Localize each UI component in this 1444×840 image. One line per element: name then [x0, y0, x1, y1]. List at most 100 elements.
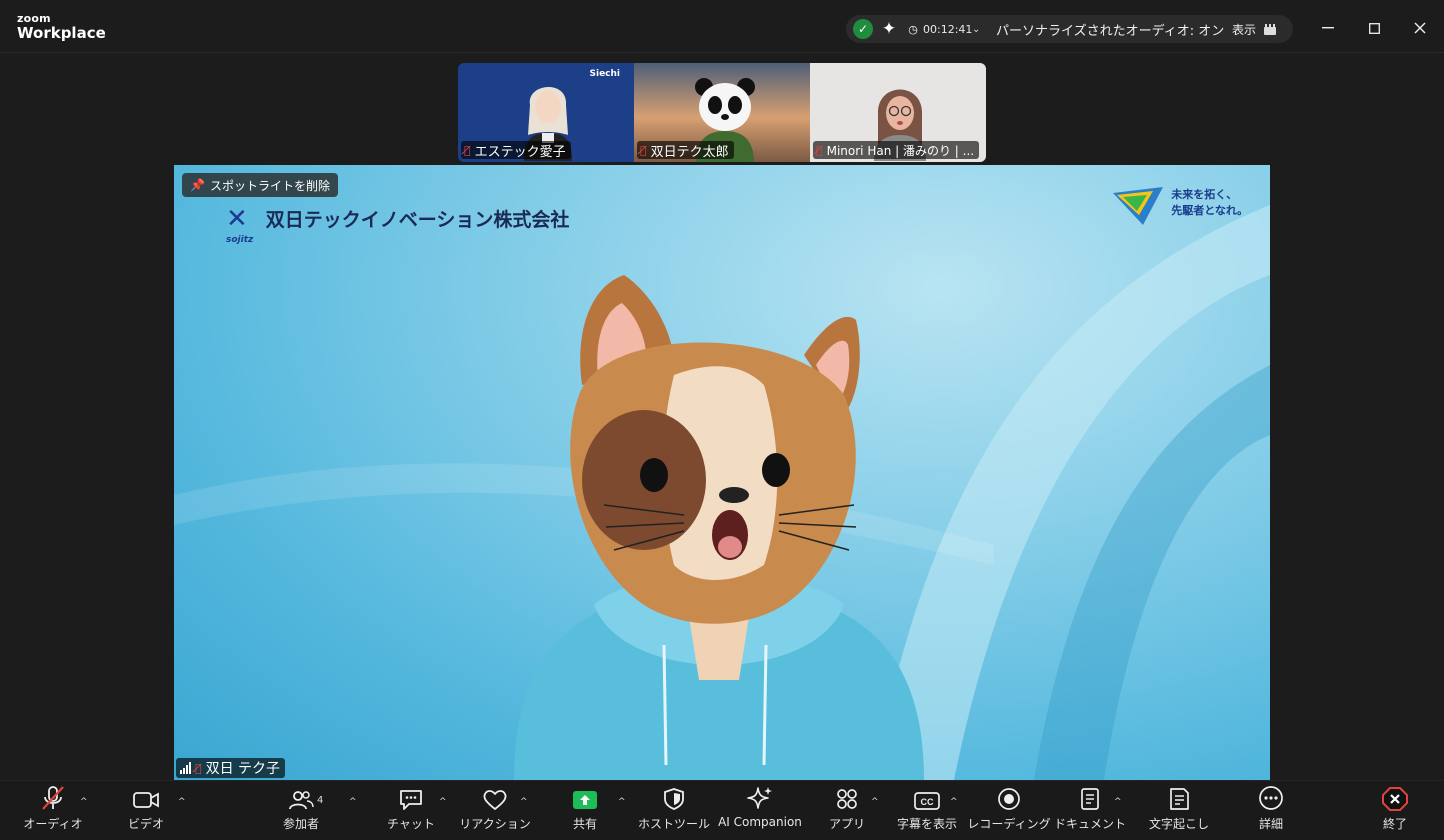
document-icon: [1079, 781, 1101, 813]
active-speaker-video[interactable]: 📌 スポットライトを削除 ✕ sojitz 双日テックイノベーション株式会社 未…: [174, 165, 1270, 780]
ai-companion-button[interactable]: AI Companion: [718, 781, 802, 840]
transcript-label: 文字起こし: [1148, 817, 1209, 831]
participant-name: 双日テク太郎: [650, 144, 729, 160]
pin-icon: 📌: [190, 178, 205, 192]
more-button[interactable]: 詳細: [1248, 781, 1294, 840]
document-label: ドキュメント: [1054, 817, 1127, 831]
company-brand: sojitz: [226, 235, 254, 245]
view-grid-icon[interactable]: [1264, 15, 1276, 43]
meeting-status-pill[interactable]: ✓ ✦ ◷ 00:12:41 ⌄ パーソナライズされたオーディオ: オン 表示: [846, 15, 1293, 43]
reaction-label: リアクション: [459, 817, 531, 831]
participants-options-caret-icon[interactable]: ^: [349, 797, 357, 807]
chat-bubble-icon: [398, 781, 424, 813]
speaker-name: 双日 テク子: [205, 761, 281, 777]
participant-name-tag: 🎙̸ 双日テク太郎: [637, 141, 734, 159]
connection-signal-icon: [180, 762, 191, 774]
record-icon: [997, 781, 1021, 813]
participants-button[interactable]: 参加者: [270, 781, 332, 840]
company-tagline: 未来を拓く、 先駆者となれ。: [1113, 187, 1248, 225]
audio-button[interactable]: オーディオ: [22, 781, 84, 840]
participants-label: 参加者: [282, 817, 319, 831]
remove-spotlight-label: スポットライトを削除: [209, 178, 330, 193]
close-window-button[interactable]: [1405, 14, 1435, 42]
share-button[interactable]: 共有: [558, 781, 612, 840]
muted-mic-icon: 🎙̸: [464, 143, 471, 157]
encryption-shield-icon[interactable]: ✓: [852, 15, 874, 43]
participants-icon: [288, 781, 314, 813]
meeting-timer: 00:12:41: [923, 22, 973, 36]
transcript-button[interactable]: 文字起こし: [1144, 781, 1214, 840]
captions-label: 字幕を表示: [896, 817, 957, 831]
video-label: ビデオ: [127, 817, 164, 831]
company-name: 双日テックイノベーション株式会社: [265, 209, 570, 231]
document-options-caret-icon[interactable]: ^: [1114, 797, 1122, 807]
apps-options-caret-icon[interactable]: ^: [871, 797, 879, 807]
meeting-area: Siechi 🎙̸ エステック愛子 🎙̸ 双日テク太郎 🎙̸ Minori Ha…: [0, 53, 1444, 780]
reaction-options-caret-icon[interactable]: ^: [520, 797, 528, 807]
chat-label: チャット: [387, 817, 435, 831]
apps-button[interactable]: アプリ: [822, 781, 872, 840]
brand-big: Workplace: [17, 24, 106, 42]
video-options-caret-icon[interactable]: ^: [178, 797, 186, 807]
reaction-button[interactable]: リアクション: [459, 781, 531, 840]
avatar: [514, 275, 924, 780]
captions-options-caret-icon[interactable]: ^: [950, 797, 958, 807]
recording-button[interactable]: レコーディング: [967, 781, 1051, 840]
transcript-icon: [1167, 781, 1191, 813]
sojitz-mark-icon: ✕: [226, 203, 248, 234]
participant-thumbnail-strip: Siechi 🎙̸ エステック愛子 🎙̸ 双日テク太郎 🎙̸ Minori Ha…: [458, 63, 986, 162]
zoom-workplace-logo: zoom Workplace: [17, 13, 106, 41]
backdrop-logo-text: Siechi: [589, 69, 621, 79]
document-button[interactable]: ドキュメント: [1054, 781, 1127, 840]
tagline-triangle-icon: [1113, 187, 1164, 225]
ai-sparkle-icon: [747, 781, 773, 813]
remove-spotlight-button[interactable]: 📌 スポットライトを削除: [182, 173, 338, 197]
audio-label: オーディオ: [23, 817, 83, 831]
muted-mic-icon: 🎙̸: [816, 143, 823, 157]
participant-name: Minori Han | 潘みのり | ...: [826, 143, 975, 158]
tagline-text: 未来を拓く、 先駆者となれ。: [1171, 188, 1248, 217]
muted-microphone-icon: [40, 781, 66, 813]
muted-mic-icon: 🎙̸: [640, 143, 647, 157]
meeting-toolbar: オーディオ ^ ビデオ ^ 参加者 4 ^ チャット ^ リアクション ^ 共有…: [0, 780, 1444, 840]
video-button[interactable]: ビデオ: [118, 781, 174, 840]
view-button-label[interactable]: 表示: [1232, 15, 1256, 43]
maximize-button[interactable]: [1359, 14, 1389, 42]
apps-icon: [835, 781, 859, 813]
muted-mic-icon: 🎙̸: [195, 761, 202, 775]
ai-sparkle-icon[interactable]: ✦: [878, 15, 900, 43]
host-tools-button[interactable]: ホストツール: [638, 781, 710, 840]
participant-tile[interactable]: 🎙̸ Minori Han | 潘みのり | ...: [810, 63, 986, 162]
shield-icon: [663, 781, 685, 813]
participant-name-tag: 🎙̸ Minori Han | 潘みのり | ...: [813, 141, 980, 159]
more-options-icon: [1258, 781, 1284, 813]
share-label: 共有: [572, 817, 597, 831]
participant-tile[interactable]: Siechi 🎙̸ エステック愛子: [458, 63, 634, 162]
share-options-caret-icon[interactable]: ^: [618, 797, 626, 807]
end-label: 終了: [1382, 817, 1407, 831]
video-camera-icon: [132, 781, 160, 813]
title-bar: zoom Workplace ✓ ✦ ◷ 00:12:41 ⌄ パーソナライズさ…: [0, 0, 1444, 53]
company-logo: ✕ sojitz 双日テックイノベーション株式会社: [226, 203, 570, 246]
speaker-name-tag: 🎙̸ 双日 テク子: [176, 758, 286, 778]
recording-label: レコーディング: [967, 817, 1051, 831]
minimize-button[interactable]: [1313, 14, 1343, 42]
svg-text:CC: CC: [921, 797, 934, 807]
share-screen-icon: [572, 781, 598, 813]
more-label: 詳細: [1258, 817, 1283, 831]
timer-chevron-down-icon[interactable]: ⌄: [972, 15, 980, 43]
chat-button[interactable]: チャット: [382, 781, 440, 840]
clock-icon: ◷: [908, 22, 918, 36]
personalized-audio-status[interactable]: パーソナライズされたオーディオ: オン: [996, 15, 1224, 43]
host-tools-label: ホストツール: [638, 817, 711, 831]
end-meeting-icon: [1382, 781, 1408, 813]
closed-captions-icon: CC: [914, 781, 940, 813]
chat-options-caret-icon[interactable]: ^: [439, 797, 447, 807]
participant-name: エステック愛子: [474, 144, 566, 160]
end-meeting-button[interactable]: 終了: [1372, 781, 1418, 840]
audio-options-caret-icon[interactable]: ^: [80, 797, 88, 807]
participant-tile[interactable]: 🎙̸ 双日テク太郎: [634, 63, 810, 162]
captions-button[interactable]: CC 字幕を表示: [892, 781, 962, 840]
heart-icon: [482, 781, 508, 813]
brand-small: zoom: [17, 12, 51, 25]
